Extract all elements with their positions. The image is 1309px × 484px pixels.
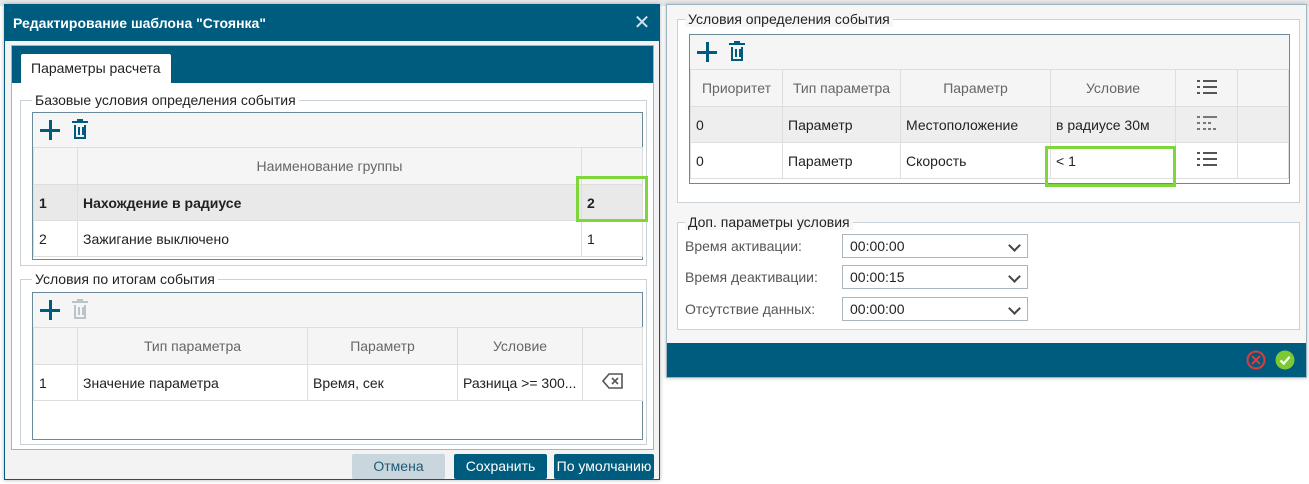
row-num: 1 xyxy=(33,184,78,221)
row-param-type: Значение параметра xyxy=(77,364,308,401)
row-group-name: Нахождение в радиусе xyxy=(77,184,582,221)
row-delete-cell xyxy=(582,364,643,401)
highlight-box xyxy=(1045,146,1176,187)
cancel-icon[interactable] xyxy=(1246,350,1266,370)
add-icon[interactable] xyxy=(696,41,718,63)
trash-icon xyxy=(69,299,91,321)
row-count[interactable]: 1 xyxy=(581,220,643,257)
trash-icon[interactable] xyxy=(726,41,748,63)
tab-bar: Параметры расчета xyxy=(12,46,653,83)
grid-toolbar xyxy=(33,113,642,147)
base-conditions-title: Базовые условия определения события xyxy=(32,92,299,108)
backspace-delete-icon[interactable] xyxy=(601,372,624,390)
row-num: 1 xyxy=(33,364,78,401)
row-condition: в радиусе 30м xyxy=(1050,106,1176,143)
result-conditions-grid: Тип параметра Параметр Условие 1 Значени… xyxy=(32,292,643,440)
confirm-icon[interactable] xyxy=(1275,350,1295,370)
no-data-time-label: Отсутствие данных: xyxy=(685,301,816,317)
add-icon[interactable] xyxy=(39,299,61,321)
chevron-down-icon xyxy=(1008,302,1021,315)
row-param-type: Параметр xyxy=(782,106,901,143)
event-conditions-table: Приоритет Тип параметра Параметр Условие… xyxy=(690,69,1289,179)
row-group-name: Зажигание выключено xyxy=(77,220,582,257)
row-menu-cell xyxy=(1175,106,1238,143)
col-columns-menu[interactable] xyxy=(1175,69,1238,107)
row-priority: 0 xyxy=(690,106,783,143)
row-condition: Разница >= 300... xyxy=(457,364,583,401)
col-num xyxy=(33,147,78,185)
col-condition: Условие xyxy=(457,327,583,365)
highlight-box xyxy=(576,176,648,222)
table-row[interactable]: 0 Параметр Скорость < 1 xyxy=(690,142,1289,179)
grid-toolbar xyxy=(33,293,642,327)
panel-footer xyxy=(667,343,1306,377)
add-icon[interactable] xyxy=(39,119,61,141)
col-param-type: Тип параметра xyxy=(782,69,901,107)
table-row[interactable]: 1 Значение параметра Время, сек Разница … xyxy=(33,364,643,401)
col-param: Параметр xyxy=(900,69,1051,107)
col-num xyxy=(33,327,78,365)
event-conditions-grid: Приоритет Тип параметра Параметр Условие… xyxy=(689,34,1290,184)
col-param: Параметр xyxy=(307,327,458,365)
row-param-type: Параметр xyxy=(782,142,901,179)
save-button[interactable]: Сохранить xyxy=(454,454,547,479)
row-spacer xyxy=(1237,142,1289,179)
result-conditions-title: Условия по итогам события xyxy=(32,271,218,287)
no-data-time-select[interactable]: 00:00:00 xyxy=(842,297,1028,321)
row-priority: 0 xyxy=(690,142,783,179)
row-spacer xyxy=(1237,106,1289,143)
event-conditions-title: Условия определения события xyxy=(685,11,893,27)
deactivation-time-select[interactable]: 00:00:15 xyxy=(842,265,1028,289)
no-data-time-value: 00:00:00 xyxy=(850,301,905,317)
table-row[interactable]: 0 Параметр Местоположение в радиусе 30м xyxy=(690,106,1289,143)
list-settings-icon[interactable] xyxy=(1196,151,1218,167)
row-param: Время, сек xyxy=(307,364,458,401)
row-param: Местоположение xyxy=(900,106,1051,143)
default-button[interactable]: По умолчанию xyxy=(554,454,654,479)
dialog-title: Редактирование шаблона "Стоянка" xyxy=(5,5,659,41)
col-param-type: Тип параметра xyxy=(77,327,308,365)
deactivation-time-label: Время деактивации: xyxy=(685,269,818,285)
table-row[interactable]: 1 Нахождение в радиусе 2 xyxy=(33,184,643,221)
row-menu-cell xyxy=(1175,142,1238,179)
base-conditions-grid: Наименование группы 1 Нахождение в радиу… xyxy=(32,112,643,260)
table-row[interactable]: 2 Зажигание выключено 1 xyxy=(33,220,643,257)
trash-icon[interactable] xyxy=(69,119,91,141)
extra-params-title: Доп. параметры условия xyxy=(685,214,853,230)
col-condition: Условие xyxy=(1050,69,1176,107)
col-spacer xyxy=(1237,69,1289,107)
list-settings-icon[interactable] xyxy=(1196,115,1218,131)
cancel-button[interactable]: Отмена xyxy=(352,454,445,479)
tab-calc-params[interactable]: Параметры расчета xyxy=(21,54,171,83)
chevron-down-icon xyxy=(1008,270,1021,283)
condition-editor-panel: Условия определения события Приоритет Ти… xyxy=(666,4,1307,378)
col-actions xyxy=(582,327,643,365)
edit-template-dialog: Редактирование шаблона "Стоянка" ✕ Парам… xyxy=(4,4,660,480)
dialog-body: Параметры расчета Базовые условия опреде… xyxy=(11,45,654,450)
row-param: Скорость xyxy=(900,142,1051,179)
close-icon[interactable]: ✕ xyxy=(631,5,653,41)
deactivation-time-value: 00:00:15 xyxy=(850,269,905,285)
row-num: 2 xyxy=(33,220,78,257)
activation-time-label: Время активации: xyxy=(685,238,802,254)
list-settings-icon[interactable] xyxy=(1196,79,1218,95)
col-priority: Приоритет xyxy=(690,69,783,107)
chevron-down-icon xyxy=(1008,239,1021,252)
result-conditions-table: Тип параметра Параметр Условие 1 Значени… xyxy=(33,327,643,401)
activation-time-select[interactable]: 00:00:00 xyxy=(842,234,1028,258)
activation-time-value: 00:00:00 xyxy=(850,238,905,254)
col-group-name: Наименование группы xyxy=(77,147,582,185)
grid-toolbar xyxy=(690,35,1289,69)
base-groups-table: Наименование группы 1 Нахождение в радиу… xyxy=(33,147,643,257)
